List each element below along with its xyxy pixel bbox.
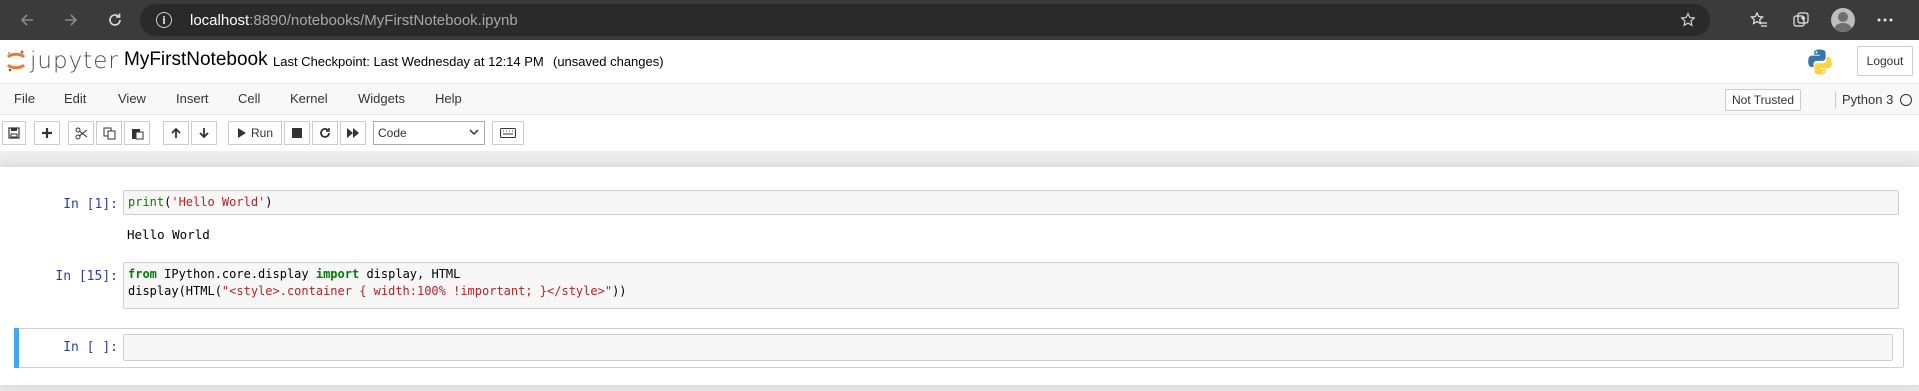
kernel-name: Python 3 [1842, 92, 1894, 107]
notebook-name[interactable]: MyFirstNotebook [124, 49, 268, 71]
browser-toolbar: i localhost:8890/notebooks/MyFirstNotebo… [0, 0, 1919, 40]
run-button[interactable]: Run [228, 121, 282, 145]
chevron-down-icon [469, 127, 479, 140]
site-info-icon[interactable]: i [156, 12, 172, 28]
add-favorite-icon[interactable] [1680, 12, 1696, 28]
forward-arrow-icon[interactable] [56, 5, 86, 35]
input-prompt: In [15]: [55, 269, 118, 284]
scissors-icon [75, 127, 87, 139]
notebook-toolbar: Run Code [0, 115, 1919, 151]
stop-icon [292, 128, 302, 138]
input-prompt: In [ ]: [63, 340, 118, 355]
collections-icon[interactable] [1787, 6, 1815, 34]
trust-button[interactable]: Not Trusted [1725, 89, 1802, 111]
interrupt-kernel-button[interactable] [284, 121, 310, 145]
jupyter-logo[interactable]: jupyter [6, 48, 119, 74]
menu-bar: File Edit View Insert Cell Kernel Widget… [0, 83, 1919, 115]
jupyter-header: jupyter MyFirstNotebook Last Checkpoint:… [0, 40, 1919, 83]
restart-kernel-button[interactable] [312, 121, 338, 145]
menu-view[interactable]: View [118, 91, 146, 106]
python-logo-icon [1808, 49, 1832, 75]
jupyter-logo-text: jupyter [30, 48, 119, 74]
copy-button[interactable] [96, 121, 122, 145]
browser-actions [1745, 4, 1919, 36]
fast-forward-icon [346, 128, 359, 138]
arrow-up-icon [171, 127, 181, 138]
url-path: :8890/notebooks/MyFirstNotebook.ipynb [249, 11, 518, 29]
paste-button[interactable] [124, 121, 150, 145]
code-cell[interactable]: In [1]: print('Hello World') Hello World [14, 190, 1904, 250]
restart-icon [320, 128, 330, 138]
code-editor[interactable]: from IPython.core.display import display… [123, 262, 1899, 309]
copy-icon [103, 127, 115, 139]
insert-cell-button[interactable] [34, 121, 60, 145]
paste-icon [131, 128, 143, 139]
play-icon [237, 128, 246, 138]
menu-help[interactable]: Help [435, 91, 462, 106]
move-down-button[interactable] [191, 121, 217, 145]
autosave-status: (unsaved changes) [553, 54, 664, 69]
menu-widgets[interactable]: Widgets [358, 91, 405, 106]
code-editor[interactable]: print('Hello World') [123, 190, 1899, 215]
cell-type-select[interactable]: Code [373, 121, 485, 145]
kernel-idle-indicator-icon [1900, 94, 1912, 106]
logout-button[interactable]: Logout [1857, 46, 1913, 76]
cell-output: Hello World [127, 227, 210, 242]
run-label: Run [250, 126, 273, 140]
save-button[interactable] [2, 121, 26, 145]
menu-kernel[interactable]: Kernel [290, 91, 328, 106]
back-arrow-icon[interactable] [12, 5, 42, 35]
code-cell[interactable]: In [15]: from IPython.core.display impor… [14, 262, 1904, 310]
menu-cell[interactable]: Cell [238, 91, 260, 106]
url-host: localhost [190, 11, 250, 29]
favorites-icon[interactable] [1745, 6, 1773, 34]
jupyter-logo-icon [6, 50, 26, 72]
command-palette-button[interactable] [492, 121, 524, 145]
avatar [1831, 8, 1855, 32]
menu-edit[interactable]: Edit [64, 91, 86, 106]
cell-type-value: Code [378, 126, 407, 140]
code-cell-selected[interactable]: In [ ]: [14, 328, 1904, 368]
move-up-button[interactable] [163, 121, 189, 145]
restart-run-all-button[interactable] [340, 121, 366, 145]
plus-icon [42, 128, 52, 138]
menu-file[interactable]: File [14, 91, 35, 106]
refresh-icon[interactable] [100, 5, 130, 35]
more-options-icon[interactable] [1871, 6, 1899, 34]
url-text: localhost:8890/notebooks/MyFirstNotebook… [190, 12, 518, 29]
address-bar[interactable]: i localhost:8890/notebooks/MyFirstNotebo… [140, 4, 1710, 36]
save-icon [8, 127, 20, 139]
profile-icon[interactable] [1829, 6, 1857, 34]
keyboard-icon [500, 128, 516, 138]
input-prompt: In [1]: [63, 197, 118, 212]
menu-insert[interactable]: Insert [176, 91, 209, 106]
arrow-down-icon [199, 128, 209, 139]
checkpoint-status: Last Checkpoint: Last Wednesday at 12:14… [273, 54, 544, 69]
cut-button[interactable] [68, 121, 94, 145]
code-editor-empty[interactable] [123, 334, 1893, 361]
kernel-divider [1835, 91, 1836, 109]
